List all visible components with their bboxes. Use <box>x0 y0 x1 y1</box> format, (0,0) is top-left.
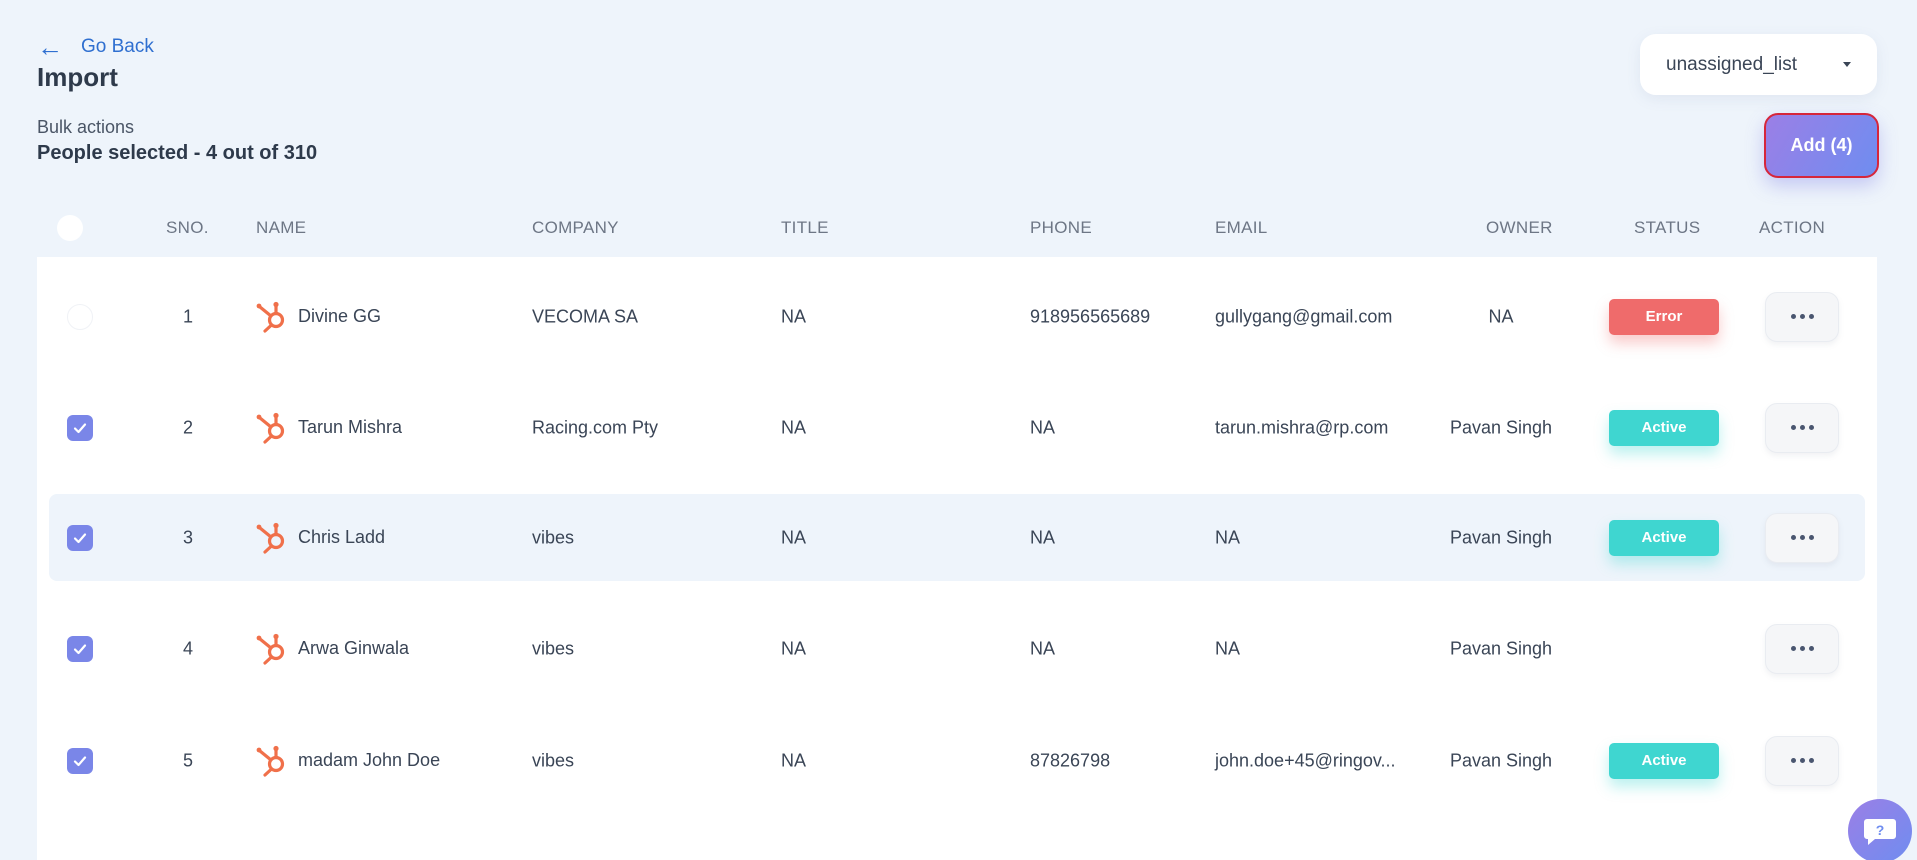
row-owner: Pavan Singh <box>1449 527 1553 547</box>
row-email: john.doe+45@ringov... <box>1215 750 1396 770</box>
row-title: NA <box>781 306 807 326</box>
row-name: Tarun Mishra <box>298 417 403 437</box>
row-phone: NA <box>1030 417 1056 437</box>
row-company: vibes <box>532 638 575 658</box>
hubspot-icon <box>254 631 290 667</box>
column-header-status[interactable]: STATUS <box>1634 218 1700 238</box>
go-back-link[interactable]: ← Go Back <box>37 32 154 62</box>
row-checkbox[interactable] <box>67 303 93 330</box>
row-title: NA <box>781 750 807 770</box>
page-title: Import <box>37 62 118 92</box>
column-header-name[interactable]: NAME <box>256 218 306 238</box>
table-row[interactable]: 3 Chris Ladd vibes NA NA NA Pavan Singh … <box>49 494 1865 581</box>
help-chat-icon: ? <box>1864 819 1896 845</box>
row-name-cell[interactable]: Divine GG <box>254 299 381 335</box>
help-chat-button[interactable]: ? <box>1848 799 1912 860</box>
table-row[interactable]: 2 Tarun Mishra Racing.com Pty NA NA taru… <box>49 384 1865 471</box>
row-title: NA <box>781 638 807 658</box>
row-action-button[interactable] <box>1765 291 1839 342</box>
column-header-owner[interactable]: OWNER <box>1486 218 1553 238</box>
row-sno: 2 <box>183 417 194 437</box>
status-badge: Active <box>1609 409 1719 446</box>
arrow-left-icon: ← <box>37 32 63 62</box>
row-phone: NA <box>1030 638 1056 658</box>
row-sno: 5 <box>183 750 194 770</box>
row-checkbox[interactable] <box>67 414 93 441</box>
status-badge: Error <box>1609 298 1719 335</box>
row-company: Racing.com Pty <box>532 417 659 437</box>
more-horizontal-icon <box>1790 535 1814 540</box>
checkmark-icon <box>72 420 88 436</box>
row-email: NA <box>1215 527 1241 547</box>
more-horizontal-icon <box>1790 758 1814 763</box>
row-email: gullygang@gmail.com <box>1215 306 1393 326</box>
column-header-email[interactable]: EMAIL <box>1215 218 1268 238</box>
svg-text:?: ? <box>1876 822 1885 838</box>
more-horizontal-icon <box>1790 646 1814 651</box>
row-company: VECOMA SA <box>532 306 639 326</box>
row-owner: NA <box>1488 306 1514 326</box>
checkmark-icon <box>72 641 88 657</box>
row-company: vibes <box>532 527 575 547</box>
list-dropdown[interactable]: unassigned_list <box>1640 34 1877 95</box>
selection-count: People selected - 4 out of 310 <box>37 142 318 164</box>
add-button[interactable]: Add (4) <box>1764 113 1879 178</box>
table-row[interactable]: 4 Arwa Ginwala vibes NA NA NA Pavan Sing… <box>49 605 1865 692</box>
go-back-label: Go Back <box>81 36 154 57</box>
row-name: Arwa Ginwala <box>298 638 410 658</box>
column-header-action: ACTION <box>1759 218 1826 237</box>
table-row[interactable]: 5 madam John Doe vibes NA 87826798 john.… <box>49 717 1865 804</box>
row-phone: 918956565689 <box>1030 306 1151 326</box>
row-name: Divine GG <box>298 306 382 326</box>
row-email: tarun.mishra@rp.com <box>1215 417 1389 437</box>
row-title: NA <box>781 417 807 437</box>
row-name-cell[interactable]: madam John Doe <box>254 743 440 779</box>
select-all-checkbox[interactable] <box>57 215 83 241</box>
row-name-cell[interactable]: Chris Ladd <box>254 520 385 556</box>
bulk-actions-label: Bulk actions <box>37 117 135 137</box>
hubspot-icon <box>254 299 290 335</box>
row-phone: NA <box>1030 527 1056 547</box>
row-owner: Pavan Singh <box>1449 638 1553 658</box>
row-company: vibes <box>532 750 575 770</box>
row-email: NA <box>1215 638 1241 658</box>
column-header-sno[interactable]: SNO. <box>166 218 209 238</box>
row-checkbox[interactable] <box>67 635 93 662</box>
row-action-button[interactable] <box>1765 402 1839 453</box>
checkmark-icon <box>72 530 88 546</box>
row-checkbox[interactable] <box>67 747 93 774</box>
caret-down-icon <box>1843 62 1851 67</box>
table-row[interactable]: 1 Divine GG VECOMA SA NA 918956565689 gu… <box>49 273 1865 360</box>
table-body: 1 Divine GG VECOMA SA NA 918956565689 gu… <box>37 257 1877 860</box>
row-phone: 87826798 <box>1030 750 1111 770</box>
row-owner: Pavan Singh <box>1449 417 1553 437</box>
row-action-button[interactable] <box>1765 735 1839 786</box>
status-badge: Active <box>1609 519 1719 556</box>
hubspot-icon <box>254 410 290 446</box>
column-header-phone[interactable]: PHONE <box>1030 218 1092 238</box>
hubspot-icon <box>254 743 290 779</box>
row-name: madam John Doe <box>298 750 441 770</box>
table-header: SNO. NAME COMPANY TITLE PHONE EMAIL OWNE… <box>37 202 1877 254</box>
row-action-button[interactable] <box>1765 623 1839 674</box>
row-name-cell[interactable]: Tarun Mishra <box>254 410 402 446</box>
row-action-button[interactable] <box>1765 512 1839 563</box>
more-horizontal-icon <box>1790 314 1814 319</box>
column-header-company[interactable]: COMPANY <box>532 218 619 238</box>
row-sno: 1 <box>183 306 194 326</box>
hubspot-icon <box>254 520 290 556</box>
row-owner: Pavan Singh <box>1449 750 1553 770</box>
row-name: Chris Ladd <box>298 527 386 547</box>
column-header-title[interactable]: TITLE <box>781 218 829 238</box>
row-sno: 3 <box>183 527 194 547</box>
more-horizontal-icon <box>1790 425 1814 430</box>
row-sno: 4 <box>183 638 194 658</box>
row-checkbox[interactable] <box>67 524 93 551</box>
status-badge: Active <box>1609 742 1719 779</box>
row-name-cell[interactable]: Arwa Ginwala <box>254 631 409 667</box>
list-dropdown-value: unassigned_list <box>1666 53 1797 75</box>
checkmark-icon <box>72 753 88 769</box>
row-title: NA <box>781 527 807 547</box>
